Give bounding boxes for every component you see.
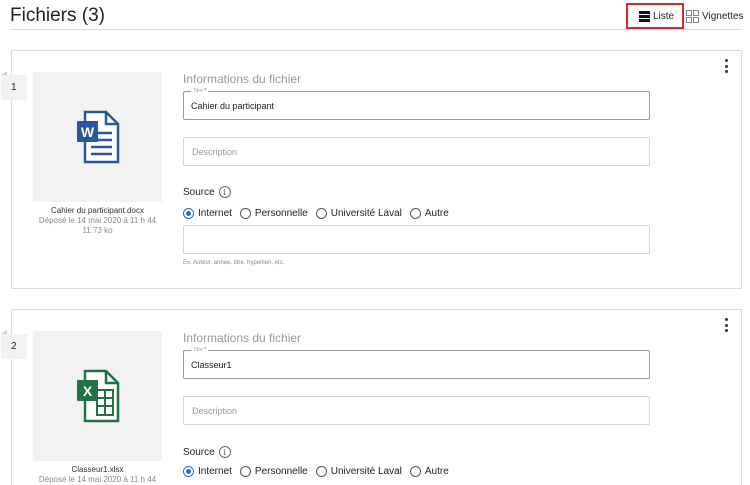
- page-title: Fichiers (3): [10, 5, 106, 26]
- view-grid-label: Vignettes: [702, 10, 744, 22]
- more-options-icon[interactable]: [725, 59, 729, 73]
- title-label: Titre *: [191, 346, 209, 354]
- file-size: 11.73 ko: [82, 226, 113, 235]
- info-icon[interactable]: i: [218, 446, 231, 458]
- file-name: Classeur1.xlsx: [71, 465, 124, 474]
- file-meta: Classeur1.xlsx Déposé le 14 mai 2020 à 1…: [25, 465, 170, 485]
- title-value: Cahier du participant: [191, 101, 275, 111]
- view-grid-button[interactable]: Vignettes: [686, 3, 750, 29]
- list-icon: [639, 10, 650, 22]
- view-list-label: Liste: [653, 10, 675, 22]
- source-option-personnelle[interactable]: Personnelle: [239, 466, 308, 477]
- description-field[interactable]: Description: [183, 137, 650, 166]
- source-option-internet[interactable]: Internet: [183, 466, 232, 477]
- upload-date: Déposé le 14 mai 2020 à 11 h 44: [38, 216, 157, 225]
- radio-icon: [315, 466, 327, 477]
- source-option-autre[interactable]: Autre: [409, 466, 449, 477]
- word-document-icon: W: [76, 110, 119, 164]
- file-card: 2 X Classeur1.xlsx Déposé le 14 mai 2020…: [1, 309, 742, 485]
- upload-date: Déposé le 14 mai 2020 à 11 h 44: [38, 475, 157, 484]
- radio-icon: [239, 208, 251, 219]
- source-option-universite-laval[interactable]: Université Laval: [315, 208, 402, 219]
- source-radio-group: Internet Personnelle Université Laval Au…: [183, 466, 457, 477]
- source-option-autre[interactable]: Autre: [409, 208, 449, 219]
- radio-icon: [239, 466, 251, 477]
- title-field[interactable]: Titre * Classeur1: [183, 346, 650, 379]
- view-list-button[interactable]: Liste: [626, 3, 684, 29]
- file-name: Cahier du participant.docx: [51, 206, 144, 215]
- more-options-icon[interactable]: [725, 318, 729, 332]
- description-placeholder: Description: [192, 147, 238, 157]
- radio-selected-icon: [183, 466, 194, 477]
- svg-text:X: X: [82, 383, 92, 399]
- description-field[interactable]: Description: [183, 396, 650, 425]
- svg-text:W: W: [80, 124, 94, 140]
- source-option-internet[interactable]: Internet: [183, 208, 232, 219]
- radio-icon: [409, 208, 421, 219]
- file-thumbnail: X: [33, 331, 162, 461]
- radio-selected-icon: [183, 208, 194, 219]
- grid-icon: [686, 9, 699, 23]
- description-placeholder: Description: [192, 406, 238, 416]
- title-field[interactable]: Titre * Cahier du participant: [183, 87, 650, 120]
- title-label: Titre *: [191, 87, 209, 95]
- source-details-field[interactable]: [183, 225, 650, 254]
- radio-icon: [409, 466, 421, 477]
- title-value: Classeur1: [191, 360, 232, 370]
- page-header: Fichiers (3) Liste Vignettes: [0, 0, 750, 30]
- source-radio-group: Internet Personnelle Université Laval Au…: [183, 208, 457, 219]
- radio-icon: [315, 208, 327, 219]
- source-option-personnelle[interactable]: Personnelle: [239, 208, 308, 219]
- file-card: 1 W Cahier du participant.docx Déposé le…: [1, 50, 742, 289]
- excel-spreadsheet-icon: X: [76, 369, 119, 423]
- info-icon[interactable]: i: [218, 186, 231, 198]
- source-label: Source i: [183, 446, 231, 458]
- file-index: 2: [1, 334, 27, 359]
- source-hint: Ex. Auteur, année, titre, hyperlien, etc…: [183, 260, 285, 266]
- file-index: 1: [1, 75, 27, 100]
- source-option-universite-laval[interactable]: Université Laval: [315, 466, 402, 477]
- header-divider: [10, 29, 742, 30]
- file-meta: Cahier du participant.docx Déposé le 14 …: [25, 206, 170, 236]
- section-title: Informations du fichier: [183, 72, 302, 86]
- file-thumbnail: W: [33, 72, 162, 202]
- section-title: Informations du fichier: [183, 331, 302, 345]
- source-label: Source i: [183, 186, 231, 198]
